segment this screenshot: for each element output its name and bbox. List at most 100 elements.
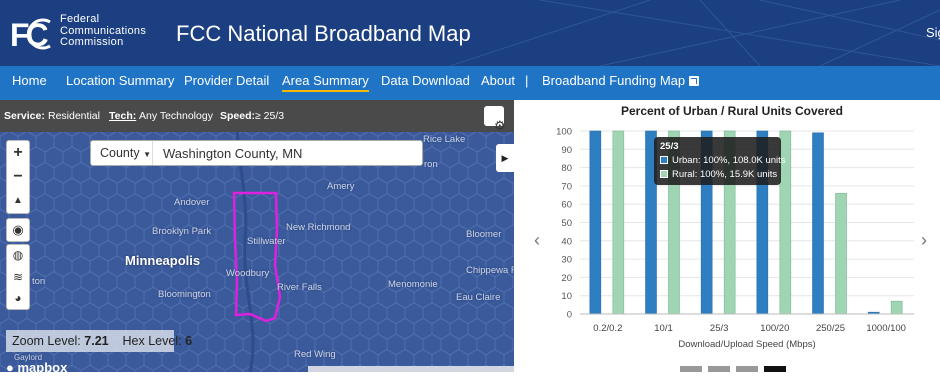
compass-icon: ▲	[13, 195, 23, 206]
filter-bar: Service: Residential Tech: Any Technolog…	[0, 100, 514, 133]
x-tick-label: 25/3	[710, 323, 729, 334]
nav-data-download[interactable]: Data Download	[381, 73, 470, 88]
mapbox-logo-icon: ●	[6, 360, 14, 372]
agency-line-1: Federal	[60, 13, 100, 25]
urban-swatch	[660, 156, 668, 164]
globe-button[interactable]: ◍	[7, 245, 29, 267]
settings-gear-button[interactable]: ⚙	[484, 106, 506, 133]
x-axis-label: Download/Upload Speed (Mbps)	[678, 339, 815, 350]
city-label: Stillwater	[247, 236, 286, 247]
city-label: River Falls	[277, 282, 322, 293]
city-label: Brooklyn Park	[152, 226, 212, 237]
location-search: County ▼	[90, 140, 423, 166]
palette-button[interactable]: ◕	[7, 288, 29, 310]
city-label: Woodbury	[226, 268, 270, 279]
y-tick-label: 100	[556, 127, 572, 138]
y-tick-label: 80	[561, 163, 572, 174]
city-label: Bloomington	[158, 289, 211, 300]
hex-label: Hex Level:	[122, 334, 182, 348]
chart-next-arrow[interactable]: ›	[921, 230, 927, 251]
city-label: New Richmond	[286, 222, 351, 233]
agency-line-3: Commission	[60, 36, 124, 48]
y-tick-label: 60	[561, 200, 572, 211]
speed-label: Speed:	[220, 110, 256, 122]
layers-button[interactable]: ≋	[7, 267, 29, 289]
nav-location-summary[interactable]: Location Summary	[66, 73, 174, 88]
zoom-value: 7.21	[84, 334, 109, 348]
y-tick-label: 10	[561, 291, 572, 302]
tech-value[interactable]: Any Technology	[139, 110, 213, 122]
rural-swatch	[660, 170, 668, 178]
service-value[interactable]: Residential	[48, 110, 100, 122]
tooltip-title: 25/3	[660, 141, 679, 152]
y-tick-label: 50	[561, 218, 572, 229]
nav-about[interactable]: About	[481, 73, 515, 88]
chevron-right-icon: ▶	[501, 153, 509, 163]
y-tick-label: 70	[561, 181, 572, 192]
y-tick-label: 40	[561, 236, 572, 247]
page-indicator[interactable]	[736, 366, 758, 372]
nav-area-summary[interactable]: Area Summary	[282, 73, 369, 92]
locate-button[interactable]: ◉	[6, 218, 30, 242]
service-label: Service:	[4, 110, 45, 122]
y-tick-label: 20	[561, 273, 572, 284]
tooltip-urban-text: Urban: 100%, 108.0K units	[672, 155, 786, 166]
compass-button[interactable]: ▲	[7, 189, 29, 213]
city-label: ton	[32, 276, 46, 287]
nav-broadband-funding-map[interactable]: Broadband Funding Map	[542, 73, 700, 88]
page-indicator-active[interactable]	[764, 366, 786, 372]
zoom-controls: + − ▲	[6, 140, 30, 214]
chart-panel: Percent of Urban / Rural Units Covered ‹…	[514, 100, 940, 372]
gear-icon: ⚙	[494, 118, 506, 133]
chart-prev-arrow[interactable]: ‹	[534, 230, 540, 251]
map-panel[interactable]: Service: Residential Tech: Any Technolog…	[0, 100, 514, 372]
tooltip-rural-text: Rural: 100%, 15.9K units	[672, 169, 778, 180]
bar-urban	[589, 130, 602, 315]
bar-rural	[835, 192, 847, 315]
city-label: Amery	[327, 181, 355, 192]
external-link-icon	[689, 76, 700, 86]
nav-provider-detail[interactable]: Provider Detail	[184, 73, 269, 88]
x-tick-label: 100/20	[760, 323, 789, 334]
scope-label: County	[100, 146, 140, 160]
app-header: FC Federal Communications Commission FCC…	[0, 0, 940, 66]
x-tick-label: 0.2/0.2	[593, 323, 622, 334]
x-tick-label: 250/25	[816, 323, 845, 334]
page-indicator[interactable]	[680, 366, 702, 372]
city-label: Rice Lake	[423, 134, 466, 145]
sign-in-link[interactable]: Sig	[926, 25, 940, 40]
city-label: Red Wing	[294, 349, 336, 360]
zoom-in-button[interactable]: +	[7, 141, 29, 165]
bar-rural	[612, 130, 625, 315]
y-tick-label: 30	[561, 255, 572, 266]
locate-icon: ◉	[12, 222, 24, 237]
funding-label: Broadband Funding Map	[542, 73, 686, 88]
map-attribution[interactable]	[308, 366, 514, 372]
search-input[interactable]	[155, 142, 419, 164]
map-tools: ◍ ≋ ◕	[6, 244, 30, 310]
city-label: Eau Claire	[456, 292, 501, 303]
x-tick-label: 10/1	[654, 323, 673, 334]
city-label: Andover	[174, 197, 210, 208]
y-tick-label: 90	[561, 145, 572, 156]
bar-urban	[812, 132, 824, 315]
mapbox-logo-text: mapbox	[17, 360, 68, 372]
nav-home[interactable]: Home	[12, 73, 47, 88]
y-tick-label: 0	[567, 310, 572, 321]
hex-value: 6	[185, 334, 193, 348]
city-label: Menomonie	[388, 279, 438, 290]
zoom-label: Zoom Level:	[12, 334, 81, 348]
page-indicator[interactable]	[708, 366, 730, 372]
globe-icon: ◍	[12, 248, 24, 262]
caret-down-icon: ▼	[143, 150, 152, 159]
agency-name: Federal Communications Commission	[60, 13, 146, 49]
scope-dropdown[interactable]: County ▼	[91, 141, 153, 165]
zoom-out-button[interactable]: −	[7, 165, 29, 189]
tech-label: Tech:	[109, 110, 137, 122]
x-tick-label: 1000/100	[866, 323, 906, 334]
zoom-level-readout: Zoom Level: 7.21 Hex Level: 6	[6, 330, 192, 352]
tooltip-rural-row: Rural: 100%, 15.9K units	[660, 169, 778, 180]
collapse-panel-button[interactable]: ▶	[496, 144, 514, 172]
speed-value[interactable]: ≥ 25/3	[255, 110, 284, 122]
tooltip-urban-row: Urban: 100%, 108.0K units	[660, 155, 786, 166]
